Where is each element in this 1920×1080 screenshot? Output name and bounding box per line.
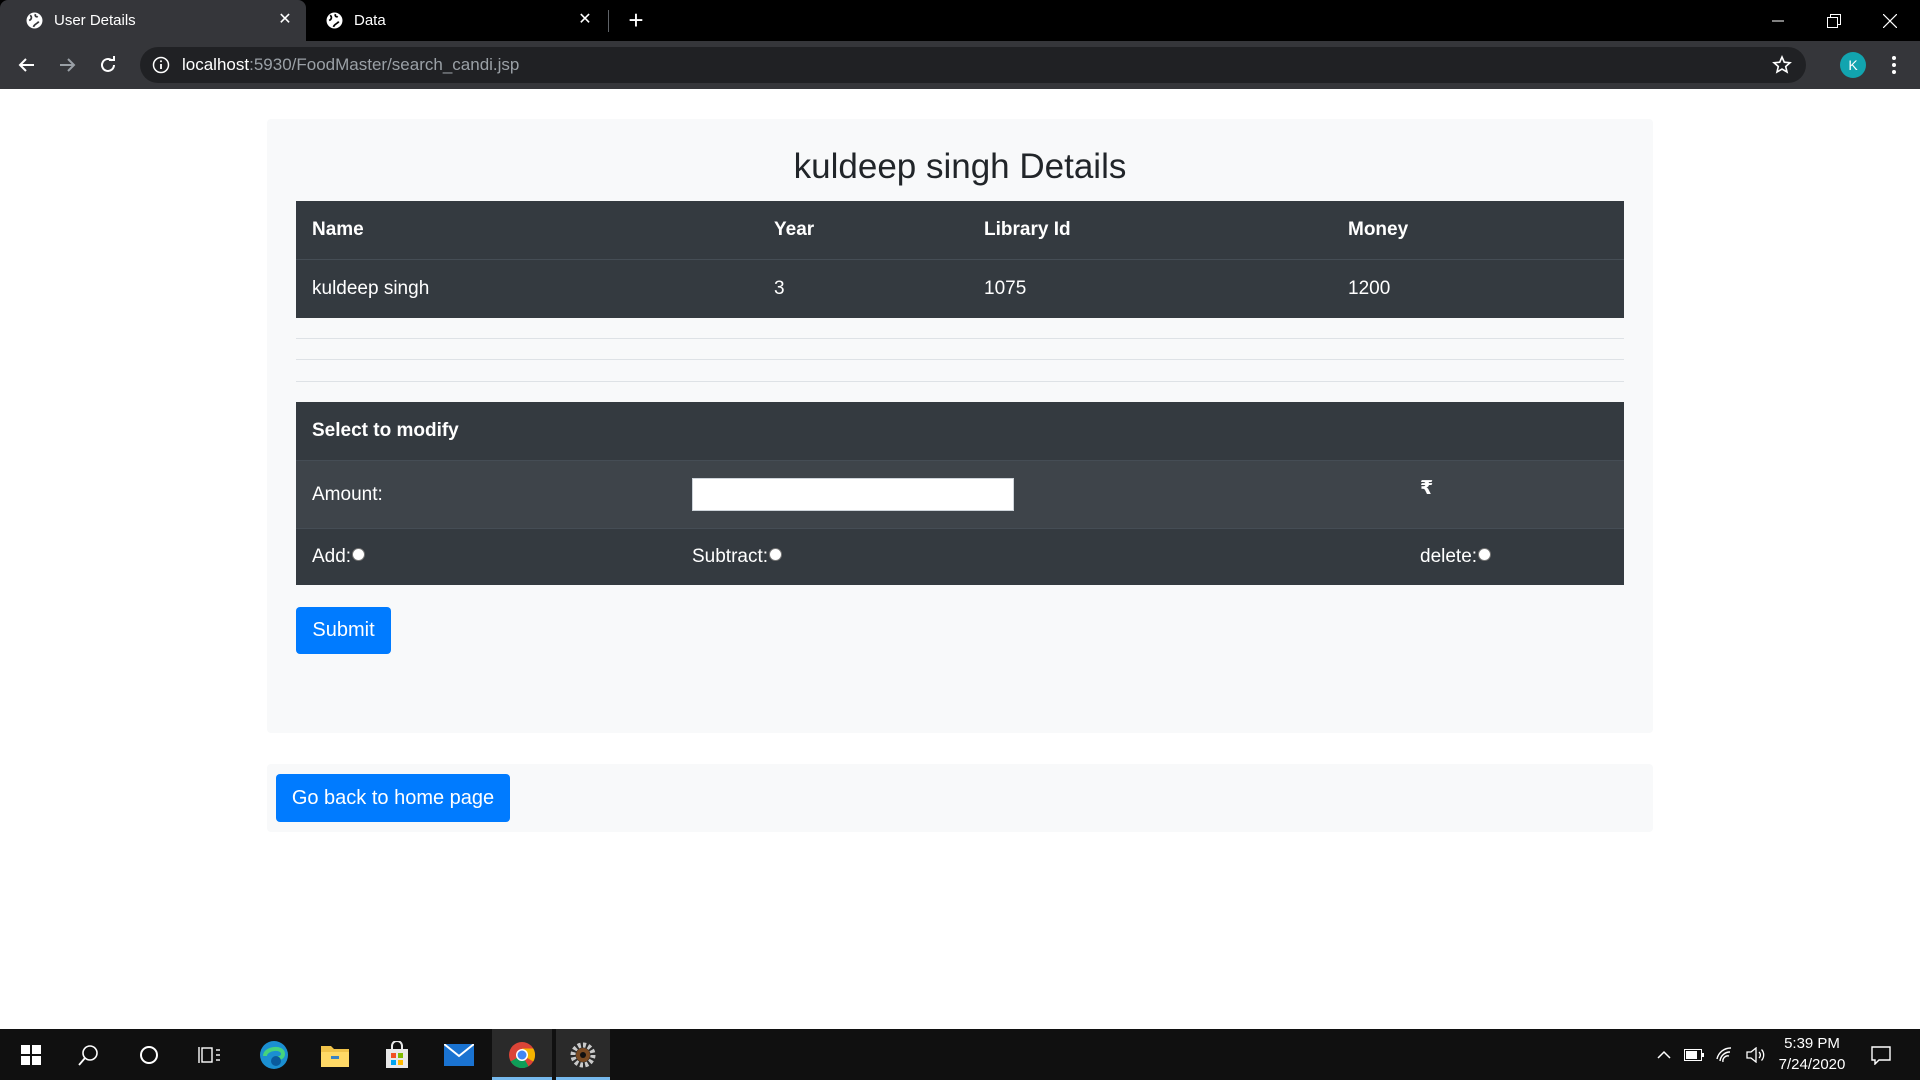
profile-avatar[interactable]: K	[1840, 52, 1866, 78]
file-explorer-icon[interactable]	[306, 1029, 364, 1080]
amount-row: Amount: ₹	[296, 460, 1624, 529]
edge-browser-icon[interactable]	[245, 1029, 303, 1080]
currency-symbol: ₹	[1420, 478, 1434, 499]
back-arrow-icon[interactable]	[13, 51, 41, 79]
globe-icon	[326, 12, 343, 29]
windows-start-icon[interactable]	[2, 1029, 60, 1080]
new-tab-icon[interactable]: +	[625, 7, 647, 33]
forward-arrow-icon[interactable]	[53, 51, 81, 79]
divider	[296, 359, 1624, 360]
menu-kebab-icon[interactable]	[1885, 54, 1903, 76]
task-view-icon[interactable]	[180, 1029, 238, 1080]
battery-icon[interactable]	[1681, 1029, 1707, 1080]
delete-option: delete:	[1404, 529, 1624, 586]
tab-user-details[interactable]: User Details ✕	[0, 0, 306, 41]
cortana-icon[interactable]	[120, 1029, 178, 1080]
add-radio[interactable]	[352, 548, 366, 562]
column-header-name: Name	[296, 201, 758, 260]
cell-library-id: 1075	[984, 278, 1027, 299]
close-tab-icon[interactable]: ✕	[276, 11, 294, 29]
windows-taskbar	[0, 1029, 1920, 1080]
user-details-table: Name Year Library Id Money kuldeep singh…	[296, 201, 1624, 318]
clock-time: 5:39 PM	[1784, 1035, 1840, 1052]
clock-date: 7/24/2020	[1778, 1056, 1846, 1073]
globe-icon	[26, 12, 43, 29]
page-title: kuldeep singh Details	[793, 147, 1127, 186]
minimize-icon[interactable]	[1750, 0, 1806, 41]
url-host: localhost	[182, 55, 250, 74]
table-header-row: Name Year Library Id Money	[296, 201, 1624, 260]
taskbar-clock[interactable]: 5:39 PM 7/24/2020	[1764, 1033, 1860, 1075]
tab-separator	[608, 10, 609, 32]
tab-title: Data	[354, 12, 386, 29]
chevron-up-icon[interactable]	[1652, 1029, 1676, 1080]
subtract-option: Subtract:	[676, 529, 1404, 586]
column-header-year: Year	[758, 201, 968, 260]
table-row: kuldeep singh 3 1075 1200	[296, 260, 1624, 319]
delete-label: delete:	[1420, 546, 1478, 567]
modify-heading: Select to modify	[296, 402, 1624, 461]
column-header-money: Money	[1332, 201, 1624, 260]
address-bar[interactable]: localhost:5930/FoodMaster/search_candi.j…	[140, 47, 1806, 83]
home-page-button[interactable]: Go back to home page	[276, 774, 510, 822]
close-tab-icon[interactable]: ✕	[576, 11, 594, 29]
cell-money: 1200	[1348, 278, 1391, 299]
amount-input[interactable]	[692, 478, 1014, 511]
search-icon[interactable]	[60, 1029, 118, 1080]
reload-icon[interactable]	[94, 51, 122, 79]
modify-form-table: Select to modify Amount: ₹ Add: Subtract…	[296, 402, 1624, 585]
browser-toolbar: localhost:5930/FoodMaster/search_candi.j…	[0, 41, 1920, 89]
close-window-icon[interactable]	[1862, 0, 1918, 41]
tab-data[interactable]: Data ✕	[300, 0, 606, 41]
divider	[296, 338, 1624, 339]
operation-row: Add: Subtract: delete:	[296, 529, 1624, 586]
bookmark-star-icon[interactable]	[1772, 55, 1792, 75]
modify-header-row: Select to modify	[296, 402, 1624, 461]
store-icon[interactable]	[368, 1029, 426, 1080]
mail-icon[interactable]	[430, 1029, 488, 1080]
cell-name: kuldeep singh	[312, 278, 430, 299]
chrome-icon[interactable]	[492, 1029, 552, 1080]
info-icon[interactable]	[152, 56, 170, 74]
tab-title: User Details	[54, 12, 136, 29]
url-path: :5930/FoodMaster/search_candi.jsp	[249, 55, 520, 74]
add-label: Add:	[312, 546, 352, 567]
delete-radio[interactable]	[1478, 548, 1492, 562]
wifi-icon[interactable]	[1713, 1029, 1739, 1080]
currency-cell: ₹	[1404, 460, 1624, 529]
details-panel: kuldeep singh Details Name Year Library …	[267, 119, 1653, 733]
url-text: localhost:5930/FoodMaster/search_candi.j…	[182, 55, 519, 75]
navigation-panel: Go back to home page	[267, 764, 1653, 832]
notification-icon[interactable]	[1866, 1029, 1896, 1080]
add-option: Add:	[296, 529, 676, 586]
subtract-label: Subtract:	[692, 546, 769, 567]
restore-icon[interactable]	[1806, 0, 1862, 41]
submit-button[interactable]: Submit	[296, 607, 391, 654]
divider	[296, 381, 1624, 382]
subtract-radio[interactable]	[769, 548, 783, 562]
browser-tab-strip: User Details ✕ Data ✕ +	[0, 0, 1920, 41]
amount-input-cell	[676, 460, 1404, 529]
amount-label: Amount:	[296, 460, 676, 529]
cell-year: 3	[774, 278, 785, 299]
column-header-library-id: Library Id	[968, 201, 1332, 260]
settings-gear-icon[interactable]	[556, 1029, 610, 1080]
